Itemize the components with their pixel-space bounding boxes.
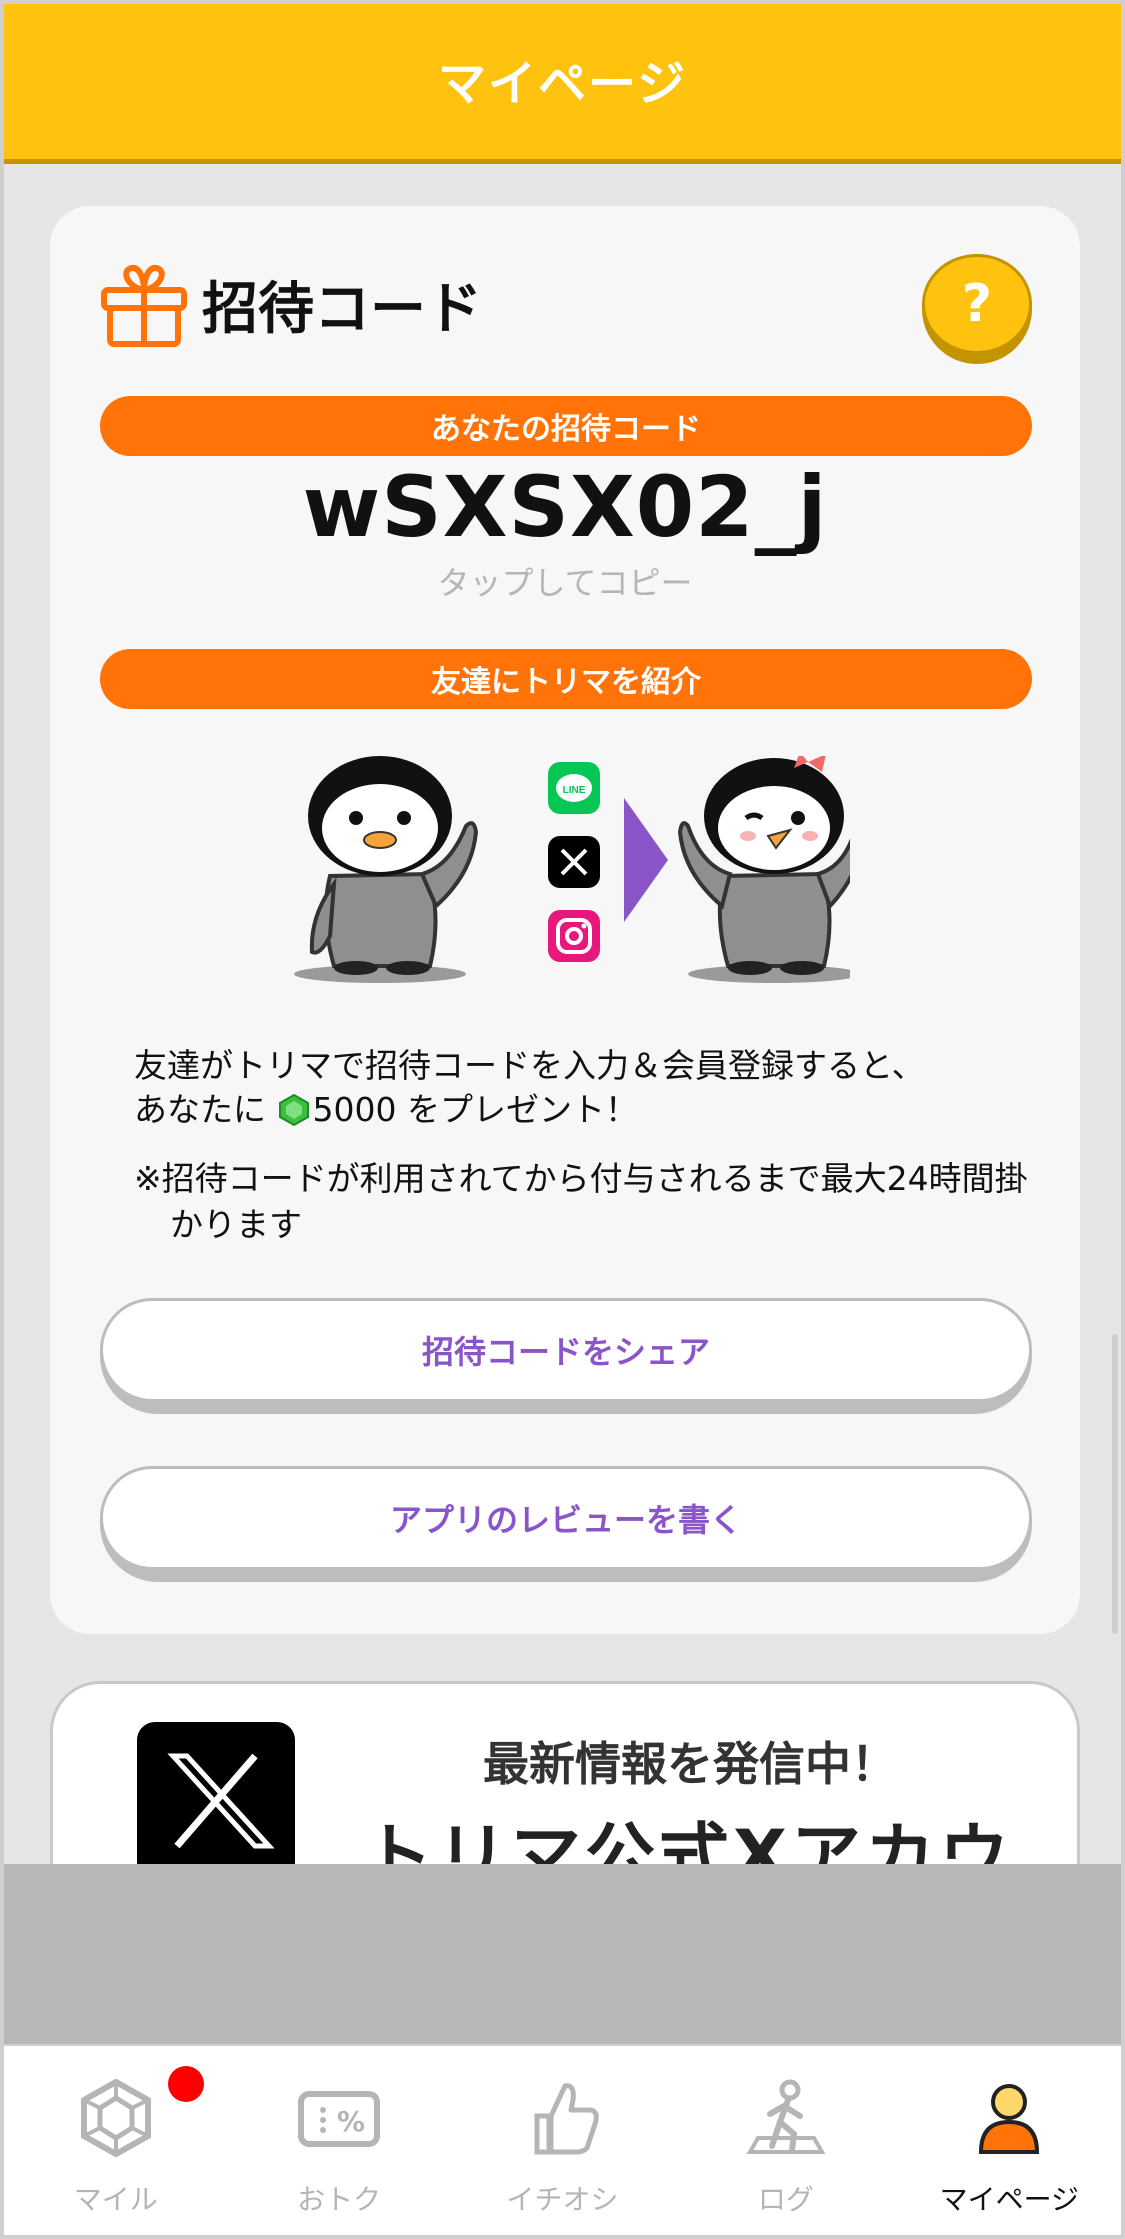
tab-label: おトク: [297, 2183, 382, 2216]
reward-description: 友達がトリマで招待コードを入力＆会員登録すると、 あなたに 5000 をプレゼン…: [134, 1044, 1034, 1132]
thumbs-up-icon: [534, 2083, 599, 2155]
line-icon: LINE: [548, 762, 600, 814]
tab-label: イチオシ: [506, 2183, 619, 2216]
person-icon: [979, 2084, 1040, 2154]
copy-hint[interactable]: タップしてコピー: [50, 558, 1080, 604]
tab-mile[interactable]: マイル: [4, 2046, 227, 2235]
tab-label: ログ: [757, 2183, 814, 2216]
gem-icon: [80, 2078, 151, 2158]
reward-amount: 5000: [312, 1090, 397, 1129]
write-review-button-label: アプリのレビューを書く: [100, 1466, 1032, 1570]
notification-badge: [168, 2066, 204, 2102]
share-code-button-label: 招待コードをシェア: [100, 1298, 1032, 1402]
tab-otoku[interactable]: % おトク: [227, 2046, 450, 2235]
penguin-right: [677, 756, 850, 983]
reward-prefix: あなたに: [134, 1090, 266, 1129]
bottom-overlay: [4, 1864, 1121, 2044]
tab-log[interactable]: ログ: [674, 2046, 897, 2235]
gem-icon: [278, 1093, 309, 1127]
write-review-button[interactable]: アプリのレビューを書く: [100, 1466, 1032, 1582]
invite-card: 招待コード ? あなたの招待コード wSXSX02_j タップしてコピー 友達に…: [50, 206, 1080, 1634]
screen: マイページ 招待コード ? あなたの招待コード wSXSX02_j タップしてコ…: [0, 0, 1125, 2239]
reward-description-line1: 友達がトリマで招待コードを入力＆会員登録すると、: [134, 1046, 925, 1085]
reward-note: ※招待コードが利用されてから付与されるまで最大24時間掛かります: [134, 1159, 1028, 1244]
arrow-icon: [624, 798, 668, 922]
x-logo-icon: [137, 1722, 295, 1880]
share-code-button[interactable]: 招待コードをシェア: [100, 1298, 1032, 1414]
tab-label: マイル: [73, 2183, 158, 2216]
coupon-icon: %: [298, 2091, 381, 2147]
reward-suffix: をプレゼント！: [406, 1090, 638, 1129]
penguin-left: [294, 756, 479, 983]
reward-description-line2: あなたに 5000 をプレゼント！: [134, 1088, 1034, 1132]
penguin-illustration: LINE: [294, 756, 850, 983]
tab-bar: マイル % おトク イチオシ ログ マイページ: [4, 2044, 1121, 2235]
gift-icon: [101, 265, 187, 347]
page-title: マイページ: [437, 55, 688, 112]
help-button[interactable]: ?: [922, 254, 1032, 364]
tab-label: マイページ: [939, 2183, 1080, 2216]
help-label: ?: [922, 254, 1032, 354]
x-icon: [548, 836, 600, 888]
svg-text:%: %: [337, 2105, 365, 2138]
scrollbar[interactable]: [1112, 1334, 1118, 1634]
tab-mypage[interactable]: マイページ: [898, 2046, 1121, 2235]
your-code-label: あなたの招待コード: [100, 396, 1032, 456]
introduce-label: 友達にトリマを紹介: [100, 649, 1032, 709]
svg-text:LINE: LINE: [563, 785, 586, 796]
banner-subtitle: 最新情報を発信中！: [483, 1737, 897, 1791]
header: マイページ: [4, 4, 1121, 164]
tab-ichioshi[interactable]: イチオシ: [451, 2046, 674, 2235]
walking-icon: [746, 2079, 826, 2154]
instagram-icon: [548, 910, 600, 962]
invite-code[interactable]: wSXSX02_j: [50, 458, 1080, 556]
card-title: 招待コード: [202, 277, 482, 342]
